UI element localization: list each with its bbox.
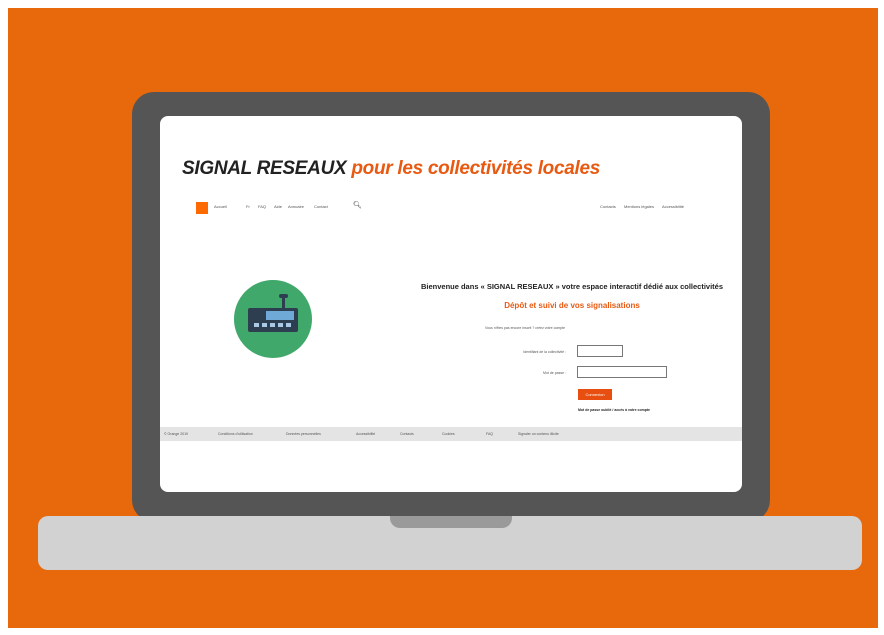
footer-copyright: © Orange 2019	[164, 432, 188, 436]
page-title: SIGNAL RESEAUX pour les collectivités lo…	[182, 158, 600, 180]
nav-item-faq[interactable]: FAQ	[258, 204, 266, 209]
username-label: Identifiant de la collectivité :	[523, 350, 566, 354]
footer-link[interactable]: Contacts	[400, 432, 414, 436]
nav-item-aide[interactable]: Aide	[274, 204, 282, 209]
footer-link[interactable]: Accessibilité	[356, 432, 375, 436]
search-icon[interactable]: 🔍︎	[353, 201, 362, 209]
antenna	[282, 296, 285, 308]
footer-bar: © Orange 2019 Conditions d'utilisation D…	[160, 427, 742, 441]
nav-right-contacts[interactable]: Contacts	[600, 204, 616, 209]
router-led	[262, 323, 267, 327]
nav-item-accueil[interactable]: Accueil	[214, 204, 227, 209]
username-input[interactable]	[577, 345, 623, 357]
laptop-screen: SIGNAL RESEAUX pour les collectivités lo…	[160, 116, 742, 492]
title-tagline: pour les collectivités locales	[351, 158, 601, 179]
nav-right-mentions[interactable]: Mentions légales	[624, 204, 654, 209]
top-nav: Accueil Fr FAQ Aide Annuaire Contact 🔍︎ …	[196, 202, 696, 218]
router-led	[270, 323, 275, 327]
nav-right-accessibilite[interactable]: Accessibilité	[662, 204, 684, 209]
orange-logo-icon[interactable]	[196, 202, 208, 214]
nav-item-fr[interactable]: Fr	[246, 204, 250, 209]
router-led	[286, 323, 291, 327]
welcome-title: Bienvenue dans « SIGNAL RESEAUX » votre …	[420, 282, 724, 291]
forgot-password-link[interactable]: Mot de passe oublié / accès à votre comp…	[578, 408, 650, 412]
nav-item-annuaire[interactable]: Annuaire	[288, 204, 304, 209]
network-device-illustration	[234, 280, 312, 358]
password-label: Mot de passe :	[543, 371, 566, 375]
password-input[interactable]	[577, 366, 667, 378]
footer-link[interactable]: Signaler un contenu illicite	[518, 432, 559, 436]
laptop-notch	[390, 516, 512, 528]
router-led	[254, 323, 259, 327]
router-panel	[266, 311, 294, 320]
login-button[interactable]: Connexion	[578, 389, 612, 400]
register-hint[interactable]: Vous n'êtes pas encore inscrit ? créez v…	[485, 326, 565, 330]
router-led	[278, 323, 283, 327]
footer-link[interactable]: Conditions d'utilisation	[218, 432, 253, 436]
footer-link[interactable]: Données personnelles	[286, 432, 321, 436]
nav-item-contact[interactable]: Contact	[314, 204, 328, 209]
welcome-subtitle: Dépôt et suivi de vos signalisations	[504, 301, 640, 310]
footer-link[interactable]: Cookies	[442, 432, 455, 436]
footer-link[interactable]: FAQ	[486, 432, 493, 436]
title-brand: SIGNAL RESEAUX	[182, 158, 347, 179]
